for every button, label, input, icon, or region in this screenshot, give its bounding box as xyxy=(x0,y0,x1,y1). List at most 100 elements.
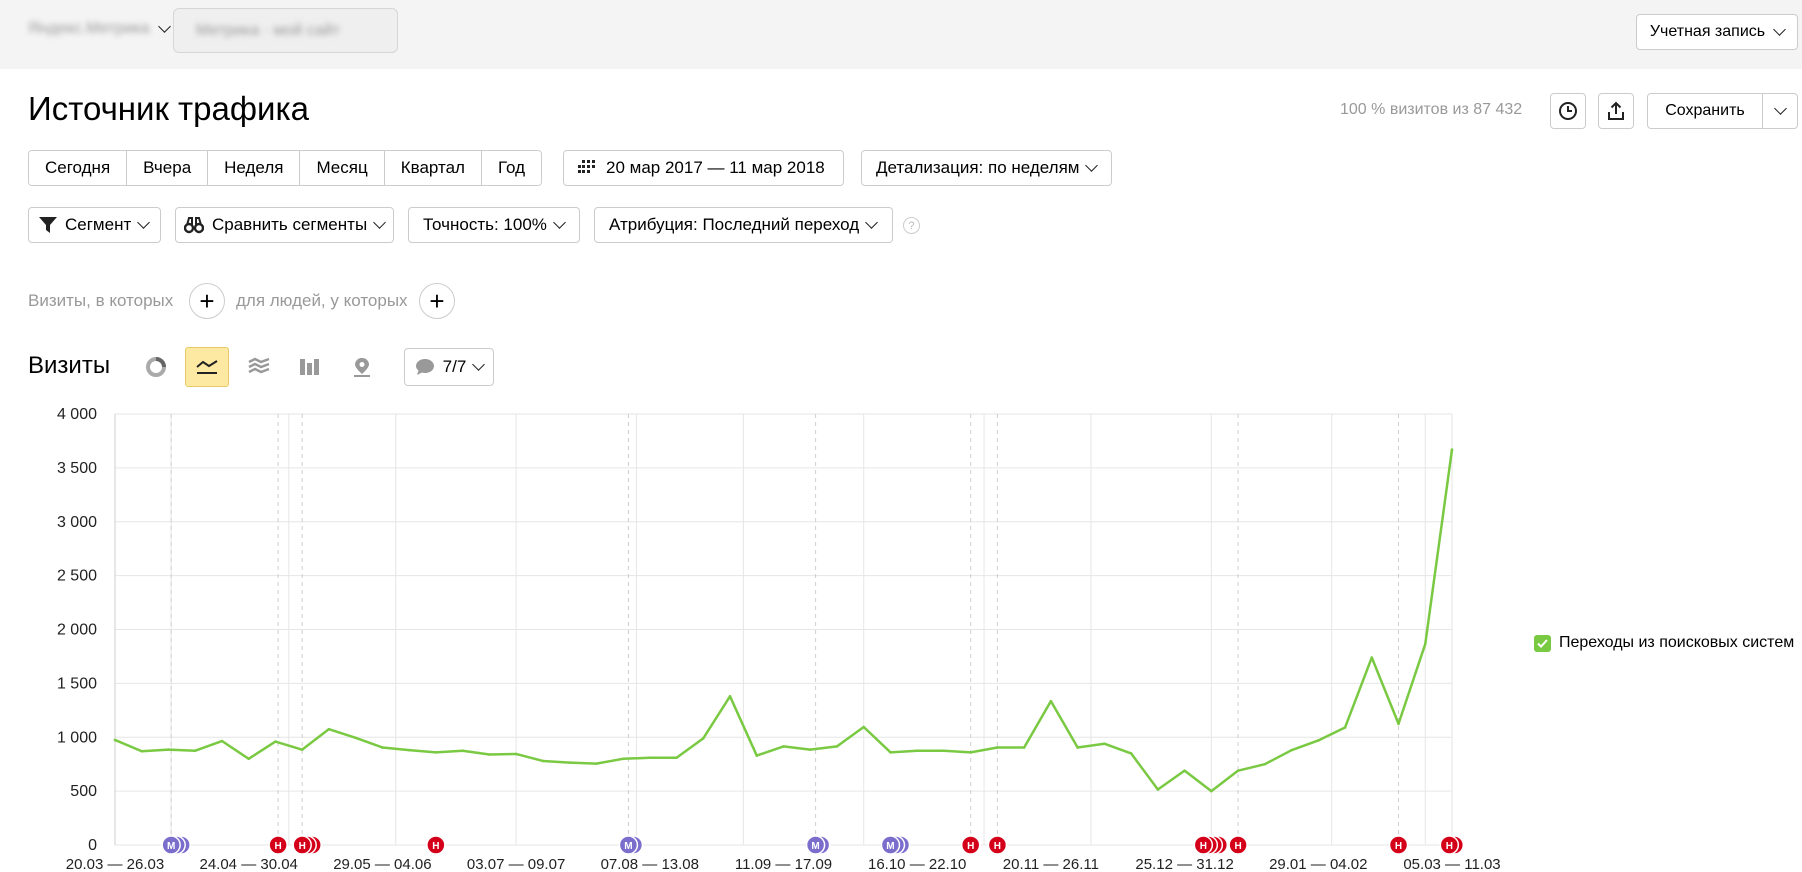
x-tick-label: 25.12 — 31.12 xyxy=(1135,856,1233,872)
detail-dropdown[interactable]: Детализация: по неделям xyxy=(861,150,1112,186)
data-point xyxy=(1156,788,1160,791)
data-point xyxy=(247,757,250,761)
period-yesterday[interactable]: Вчера xyxy=(127,151,209,185)
binoculars-icon xyxy=(184,217,204,234)
data-point xyxy=(1263,762,1267,766)
history-button[interactable] xyxy=(1550,93,1586,129)
bar-chart-view-button[interactable] xyxy=(288,347,332,387)
data-point xyxy=(1236,769,1240,772)
data-point xyxy=(728,695,732,698)
data-point xyxy=(1022,746,1026,749)
help-icon[interactable]: ? xyxy=(903,217,920,234)
x-tick-label: 07.08 — 13.08 xyxy=(601,856,699,872)
chevron-down-icon xyxy=(553,216,566,229)
x-tick-label: 20.03 — 26.03 xyxy=(66,856,164,872)
attribution-dropdown[interactable]: Атрибуция: Последний переход xyxy=(594,207,893,243)
x-tick-label: 11.09 — 17.09 xyxy=(735,856,832,872)
add-visit-condition-button[interactable]: + xyxy=(189,283,225,319)
detail-label: Детализация: по неделям xyxy=(876,158,1080,177)
x-tick-label: 16.10 — 22.10 xyxy=(868,856,966,872)
save-button[interactable]: Сохранить xyxy=(1647,93,1763,129)
comment-icon xyxy=(415,359,434,375)
data-point xyxy=(1049,699,1053,703)
y-tick-label: 3 000 xyxy=(57,514,97,531)
compare-label: Сравнить сегменты xyxy=(212,215,368,234)
line-chart-view-button[interactable] xyxy=(185,347,229,387)
data-point xyxy=(1076,746,1079,749)
notes-count: 7/7 xyxy=(442,357,467,376)
data-point xyxy=(595,762,598,765)
checkbox-checked-icon[interactable] xyxy=(1534,634,1551,652)
clock-icon xyxy=(1559,102,1577,120)
visits-condition-text: Визиты, в которых xyxy=(28,291,174,310)
note-marker-label: М xyxy=(886,841,894,852)
data-point xyxy=(835,745,839,748)
data-point xyxy=(541,759,545,763)
note-marker-label: М xyxy=(624,841,632,852)
data-point xyxy=(407,748,411,752)
data-point xyxy=(782,745,785,748)
data-point xyxy=(568,761,571,764)
x-tick-label: 03.07 — 09.07 xyxy=(467,856,565,872)
chevron-down-icon xyxy=(157,20,171,33)
note-marker-label: Н xyxy=(994,841,1001,852)
visits-info: 100 % визитов из 87 432 xyxy=(1340,101,1523,118)
y-tick-label: 2 500 xyxy=(57,568,97,585)
pie-chart-icon xyxy=(146,357,166,377)
date-range-button[interactable]: 20 мар 2017 — 11 мар 2018 xyxy=(563,150,844,186)
segment-button[interactable]: Сегмент xyxy=(28,207,161,243)
counter-name: Яндекс.Метрика xyxy=(28,20,150,37)
blurred-field-text: Метрика · мой сайт xyxy=(196,21,340,39)
period-selector: Сегодня Вчера Неделя Месяц Квартал Год xyxy=(28,150,543,186)
chart-section-title: Визиты xyxy=(28,352,111,379)
data-point xyxy=(1423,642,1427,646)
compare-segments-button[interactable]: Сравнить сегменты xyxy=(175,207,394,243)
chevron-down-icon xyxy=(1773,102,1787,115)
period-month[interactable]: Месяц xyxy=(300,151,385,185)
period-week[interactable]: Неделя xyxy=(208,151,301,185)
notes-dropdown[interactable]: 7/7 xyxy=(404,348,494,386)
save-dropdown-button[interactable] xyxy=(1762,93,1798,129)
area-chart-view-button[interactable] xyxy=(237,347,281,387)
add-people-condition-button[interactable]: + xyxy=(419,283,455,319)
data-point xyxy=(969,751,972,754)
people-condition-text: для людей, у которых xyxy=(236,291,408,310)
data-point xyxy=(1317,739,1320,742)
y-tick-label: 1 000 xyxy=(57,729,97,746)
note-marker-label: Н xyxy=(967,841,974,852)
note-marker-label: Н xyxy=(432,841,439,852)
chart-legend[interactable]: Переходы из поисковых систем xyxy=(1534,634,1794,652)
data-point xyxy=(167,748,170,751)
map-view-button[interactable] xyxy=(340,347,384,387)
period-year[interactable]: Год xyxy=(481,151,542,185)
data-point xyxy=(274,740,277,743)
pie-chart-view-button[interactable] xyxy=(134,347,178,387)
x-tick-label: 05.03 — 11.03 xyxy=(1403,856,1500,872)
counter-select[interactable]: Яндекс.Метрика xyxy=(28,20,171,38)
calendar-icon xyxy=(578,160,595,173)
account-button[interactable]: Учетная запись xyxy=(1636,14,1798,50)
data-point xyxy=(140,749,144,753)
plus-icon: + xyxy=(199,286,215,316)
period-today[interactable]: Сегодня xyxy=(29,151,128,185)
data-point xyxy=(1397,722,1400,726)
data-point xyxy=(354,736,357,740)
note-marker-label: Н xyxy=(1395,841,1402,852)
data-point xyxy=(701,737,705,740)
data-point xyxy=(1370,656,1374,659)
export-button[interactable] xyxy=(1598,93,1634,129)
data-point xyxy=(675,756,678,760)
data-point xyxy=(648,756,652,760)
data-point xyxy=(193,749,197,753)
data-point xyxy=(915,749,919,753)
data-point xyxy=(996,746,999,749)
data-point xyxy=(942,749,946,753)
period-quarter[interactable]: Квартал xyxy=(384,151,482,185)
chevron-down-icon xyxy=(137,216,151,229)
chevron-down-icon xyxy=(373,216,387,229)
y-tick-label: 0 xyxy=(88,837,97,854)
counter-search-field[interactable]: Метрика · мой сайт xyxy=(173,8,398,53)
accuracy-dropdown[interactable]: Точность: 100% xyxy=(408,207,580,243)
filter-icon xyxy=(39,217,57,233)
segment-label: Сегмент xyxy=(65,215,132,234)
